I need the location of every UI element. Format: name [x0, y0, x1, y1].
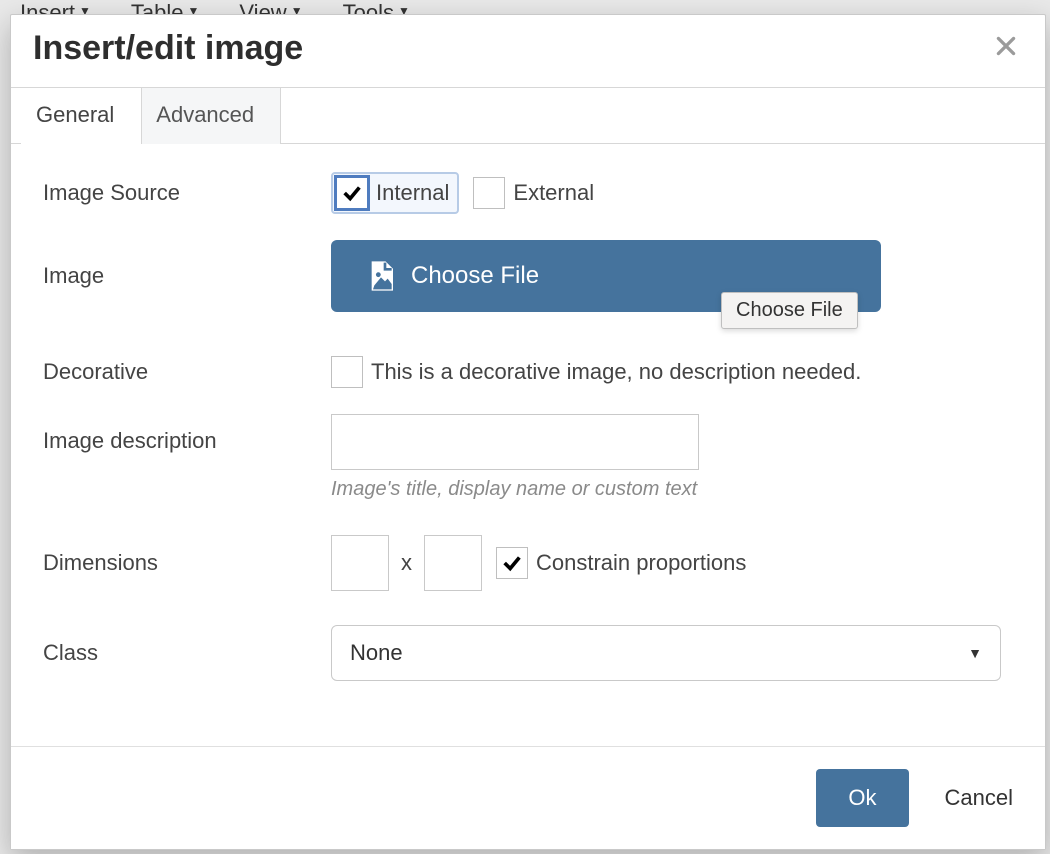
input-image-description[interactable] — [331, 414, 699, 470]
label-image-description: Image description — [43, 414, 331, 454]
insert-image-dialog: Insert/edit image General Advanced Image… — [10, 14, 1046, 850]
close-icon — [993, 33, 1019, 59]
select-class-value: None — [350, 640, 403, 666]
dimensions-separator: x — [401, 550, 412, 576]
dialog-title: Insert/edit image — [33, 29, 303, 68]
help-image-description: Image's title, display name or custom te… — [331, 478, 1013, 501]
checkbox-external[interactable] — [473, 177, 505, 209]
chevron-down-icon: ▼ — [968, 645, 982, 661]
cancel-button[interactable]: Cancel — [941, 777, 1017, 819]
label-external: External — [513, 180, 594, 206]
label-image-source: Image Source — [43, 180, 331, 206]
label-constrain: Constrain proportions — [536, 550, 746, 576]
tab-advanced[interactable]: Advanced — [141, 88, 281, 144]
checkbox-internal[interactable] — [336, 177, 368, 209]
tabs: General Advanced — [11, 87, 1045, 144]
label-internal: Internal — [376, 180, 449, 206]
choose-file-label: Choose File — [411, 262, 539, 290]
check-icon — [501, 552, 523, 574]
tooltip-choose-file: Choose File — [721, 292, 858, 329]
label-class: Class — [43, 640, 331, 666]
checkbox-constrain[interactable] — [496, 547, 528, 579]
ok-button[interactable]: Ok — [816, 769, 908, 827]
tab-general[interactable]: General — [21, 88, 141, 144]
checkbox-decorative[interactable] — [331, 356, 363, 388]
check-icon — [341, 182, 363, 204]
image-file-icon — [365, 260, 397, 292]
source-internal-group: Internal — [331, 172, 459, 214]
label-dimensions: Dimensions — [43, 550, 331, 576]
dialog-header: Insert/edit image — [11, 15, 1045, 87]
close-button[interactable] — [989, 29, 1023, 69]
form-area: Image Source Internal External Image — [11, 144, 1045, 746]
input-width[interactable] — [331, 535, 389, 591]
dialog-footer: Ok Cancel — [11, 746, 1045, 849]
label-image: Image — [43, 263, 331, 289]
select-class[interactable]: None ▼ — [331, 625, 1001, 681]
input-height[interactable] — [424, 535, 482, 591]
text-decorative: This is a decorative image, no descripti… — [371, 359, 861, 385]
label-decorative: Decorative — [43, 359, 331, 385]
